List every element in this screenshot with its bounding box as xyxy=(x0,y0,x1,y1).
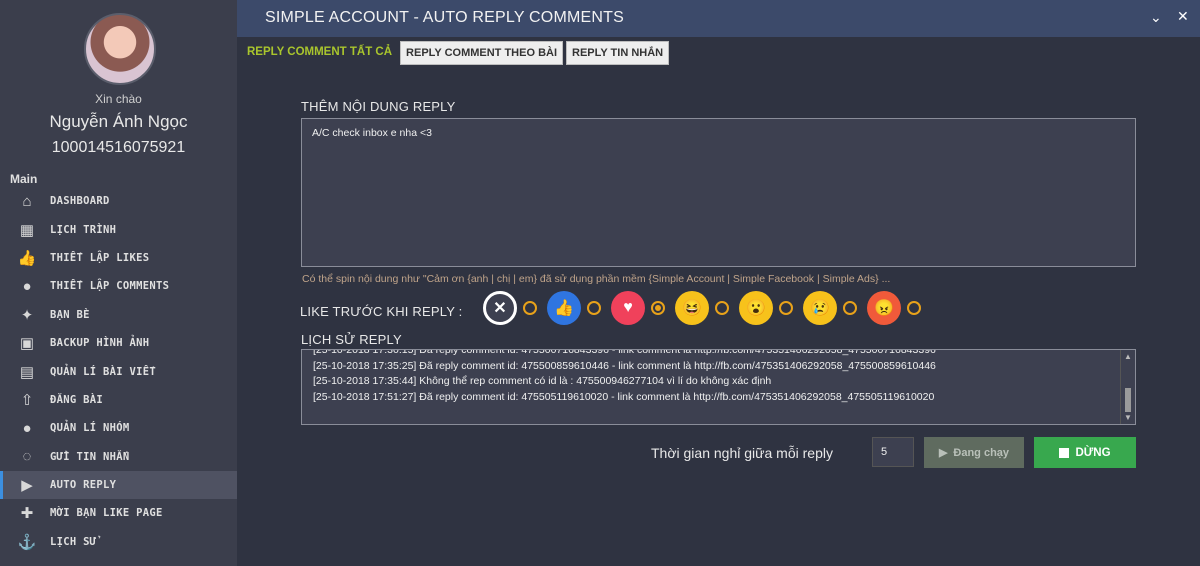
scroll-down-icon[interactable]: ▼ xyxy=(1124,413,1132,422)
sidebar-item-auto-reply[interactable]: ▶ AUTO REPLY xyxy=(0,470,237,500)
history-lines: [25-10-2018 17:30:15] Đã reply comment i… xyxy=(313,349,936,405)
chat-icon: ◌ xyxy=(22,448,32,466)
spin-hint: Có thể spin nội dung như "Cảm ơn {anh | … xyxy=(302,273,891,285)
scroll-thumb[interactable] xyxy=(1125,388,1131,412)
sidebar-item-label: DASHBOARD xyxy=(50,195,110,208)
sidebar-item-quản-lí-nhóm[interactable]: ● QUẢN LÍ NHÓM xyxy=(0,414,237,442)
sidebar-item-lịch-sử[interactable]: ⚓ LỊCH SỬ xyxy=(0,528,237,556)
tab-bar: REPLY COMMENT TẤT CẢ REPLY COMMENT THEO … xyxy=(242,41,670,65)
sidebar-item-lịch-trình[interactable]: ▦ LỊCH TRÌNH xyxy=(0,215,237,243)
reply-content-input[interactable]: A/C check inbox e nha <3 xyxy=(301,118,1136,267)
angry-reaction-icon[interactable]: 😠 xyxy=(867,291,901,325)
run-button-label: Đang chạy xyxy=(953,446,1010,459)
anchor-icon: ⚓ xyxy=(17,533,37,551)
sidebar-item-bạn-bè[interactable]: ✦ BẠN BÈ xyxy=(0,301,237,329)
sidebar-item-label: MỜI BẠN LIKE PAGE xyxy=(50,507,163,520)
sad-reaction-icon[interactable]: 😢 xyxy=(803,291,837,325)
history-line: [25-10-2018 17:51:27] Đã reply comment i… xyxy=(313,390,935,403)
reaction-radio-love[interactable] xyxy=(651,301,665,315)
reaction-radio-none[interactable] xyxy=(523,301,537,315)
sidebar-item-quản-lí-bài-viết[interactable]: ▤ QUẢN LÍ BÀI VIẾT xyxy=(0,357,237,385)
person-icon: ✦ xyxy=(20,306,34,324)
comment-icon: ● xyxy=(22,277,32,295)
sidebar-item-label: QUẢN LÍ BÀI VIẾT xyxy=(50,365,156,378)
title-bar: SIMPLE ACCOUNT - AUTO REPLY COMMENTS ⌄ ✕ xyxy=(237,0,1200,37)
reaction-radio-haha[interactable] xyxy=(715,301,729,315)
reaction-radio-angry[interactable] xyxy=(907,301,921,315)
image-icon: ▣ xyxy=(19,335,35,353)
sidebar: Xin chào Nguyễn Ánh Ngọc 100014516075921… xyxy=(0,0,237,566)
reply-content-label: THÊM NỘI DUNG REPLY xyxy=(301,99,456,114)
tab-reply-message[interactable]: REPLY TIN NHẮN xyxy=(566,41,670,65)
sidebar-item-label: LỊCH SỬ xyxy=(50,535,97,548)
haha-reaction-icon[interactable]: 😆 xyxy=(675,291,709,325)
like-reaction-icon[interactable]: 👍 xyxy=(547,291,581,325)
chevron-down-icon[interactable]: ⌄ xyxy=(1150,9,1162,26)
history-log[interactable]: [25-10-2018 17:30:15] Đã reply comment i… xyxy=(301,349,1136,425)
thumbs-up-icon: 👍 xyxy=(17,249,37,267)
reaction-radio-wow[interactable] xyxy=(779,301,793,315)
play-icon: ▶ xyxy=(21,477,33,495)
sidebar-item-mời-bạn-like-page[interactable]: ✚ MỜI BẠN LIKE PAGE xyxy=(0,499,237,527)
sidebar-item-label: THIẾT LẬP LIKES xyxy=(50,251,150,264)
delay-input[interactable]: 5 xyxy=(872,437,914,467)
stop-button[interactable]: DỪNG xyxy=(1034,437,1136,468)
greeting-text: Xin chào xyxy=(95,92,142,106)
sidebar-item-thiết-lập-comments[interactable]: ● THIẾT LẬP COMMENTS xyxy=(0,272,237,300)
history-scrollbar[interactable]: ▲ ▼ xyxy=(1120,350,1135,424)
tab-reply-all[interactable]: REPLY COMMENT TẤT CẢ xyxy=(242,41,397,63)
history-line: [25-10-2018 17:35:44] Không thể rep comm… xyxy=(313,375,772,387)
sidebar-section-label: Main xyxy=(10,172,38,186)
reaction-radio-like[interactable] xyxy=(587,301,601,315)
user-id: 100014516075921 xyxy=(51,139,186,156)
sidebar-item-label: GỬI TIN NHẮN xyxy=(50,450,130,463)
calendar-icon: ▦ xyxy=(19,221,35,239)
plus-icon: ✚ xyxy=(20,505,34,523)
home-icon: ⌂ xyxy=(22,192,32,210)
sidebar-item-gửi-tin-nhắn[interactable]: ◌ GỬI TIN NHẮN xyxy=(0,443,237,471)
newspaper-icon: ▤ xyxy=(19,363,35,381)
reaction-radio-sad[interactable] xyxy=(843,301,857,315)
sidebar-item-backup-hình-ảnh[interactable]: ▣ BACKUP HÌNH ẢNH xyxy=(0,329,237,357)
sidebar-item-thiết-lập-likes[interactable]: 👍 THIẾT LẬP LIKES xyxy=(0,244,237,272)
wow-reaction-icon[interactable]: 😮 xyxy=(739,291,773,325)
sidebar-item-label: BACKUP HÌNH ẢNH xyxy=(50,337,150,350)
history-label: LỊCH SỬ REPLY xyxy=(301,332,402,347)
sidebar-item-label: BẠN BÈ xyxy=(50,308,90,321)
delay-label: Thời gian nghỉ giữa mỗi reply xyxy=(651,445,833,461)
tab-reply-by-post[interactable]: REPLY COMMENT THEO BÀI xyxy=(400,41,564,65)
love-reaction-icon[interactable]: ♥ xyxy=(611,291,645,325)
sidebar-item-đăng-bài[interactable]: ⇧ ĐĂNG BÀI xyxy=(0,386,237,414)
scroll-up-icon[interactable]: ▲ xyxy=(1124,352,1132,361)
history-line: [25-10-2018 17:35:25] Đã reply comment i… xyxy=(313,359,936,372)
sidebar-item-label: AUTO REPLY xyxy=(50,479,117,492)
stop-button-label: DỪNG xyxy=(1075,446,1111,459)
user-name: Nguyễn Ánh Ngọc xyxy=(49,112,188,131)
stop-icon xyxy=(1059,447,1070,458)
none-reaction-icon[interactable]: ✕ xyxy=(483,291,517,325)
window-title: SIMPLE ACCOUNT - AUTO REPLY COMMENTS xyxy=(265,9,624,26)
run-button[interactable]: ▶ Đang chạy xyxy=(924,437,1024,468)
sidebar-item-label: ĐĂNG BÀI xyxy=(50,393,103,406)
reaction-options: ✕ 👍 ♥ 😆 😮 😢 😠 xyxy=(483,291,931,325)
sidebar-item-dashboard[interactable]: ⌂ DASHBOARD xyxy=(0,187,237,215)
sidebar-item-label: QUẢN LÍ NHÓM xyxy=(50,422,130,435)
sidebar-item-label: THIẾT LẬP COMMENTS xyxy=(50,280,170,293)
avatar xyxy=(84,13,156,85)
upload-icon: ⇧ xyxy=(20,391,34,409)
sidebar-menu: ⌂ DASHBOARD ▦ LỊCH TRÌNH 👍 THIẾT LẬP LIKES ● TH… xyxy=(0,187,237,556)
sidebar-item-label: LỊCH TRÌNH xyxy=(50,223,117,236)
history-line: [25-10-2018 17:30:15] Đã reply comment i… xyxy=(313,349,936,356)
user-icon: ● xyxy=(22,419,32,437)
close-icon[interactable]: ✕ xyxy=(1177,8,1189,25)
like-before-reply-label: LIKE TRƯỚC KHI REPLY : xyxy=(300,304,463,319)
play-icon: ▶ xyxy=(938,447,948,459)
